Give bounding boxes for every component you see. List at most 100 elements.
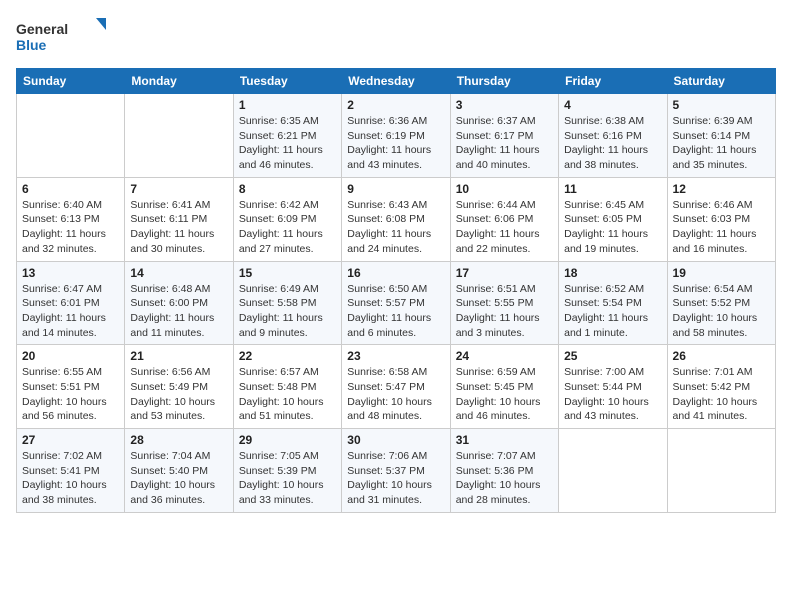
day-info: Sunrise: 6:58 AMSunset: 5:47 PMDaylight:… bbox=[347, 365, 444, 424]
calendar-cell: 1 Sunrise: 6:35 AMSunset: 6:21 PMDaylight… bbox=[233, 94, 341, 178]
calendar-cell: 8 Sunrise: 6:42 AMSunset: 6:09 PMDaylight… bbox=[233, 177, 341, 261]
day-info: Sunrise: 7:02 AMSunset: 5:41 PMDaylight:… bbox=[22, 449, 119, 508]
day-info: Sunrise: 6:35 AMSunset: 6:21 PMDaylight:… bbox=[239, 114, 336, 173]
calendar-week-row: 27 Sunrise: 7:02 AMSunset: 5:41 PMDayligh… bbox=[17, 429, 776, 513]
day-number: 26 bbox=[673, 349, 770, 363]
day-info: Sunrise: 6:41 AMSunset: 6:11 PMDaylight:… bbox=[130, 198, 227, 257]
day-number: 5 bbox=[673, 98, 770, 112]
day-info: Sunrise: 7:04 AMSunset: 5:40 PMDaylight:… bbox=[130, 449, 227, 508]
svg-text:Blue: Blue bbox=[16, 37, 47, 53]
day-info: Sunrise: 6:57 AMSunset: 5:48 PMDaylight:… bbox=[239, 365, 336, 424]
day-number: 19 bbox=[673, 266, 770, 280]
day-number: 4 bbox=[564, 98, 661, 112]
day-number: 6 bbox=[22, 182, 119, 196]
calendar-cell: 16 Sunrise: 6:50 AMSunset: 5:57 PMDayligh… bbox=[342, 261, 450, 345]
day-number: 12 bbox=[673, 182, 770, 196]
day-number: 14 bbox=[130, 266, 227, 280]
calendar-cell: 23 Sunrise: 6:58 AMSunset: 5:47 PMDayligh… bbox=[342, 345, 450, 429]
calendar-week-row: 6 Sunrise: 6:40 AMSunset: 6:13 PMDaylight… bbox=[17, 177, 776, 261]
day-info: Sunrise: 6:39 AMSunset: 6:14 PMDaylight:… bbox=[673, 114, 770, 173]
day-info: Sunrise: 6:51 AMSunset: 5:55 PMDaylight:… bbox=[456, 282, 553, 341]
day-info: Sunrise: 6:40 AMSunset: 6:13 PMDaylight:… bbox=[22, 198, 119, 257]
day-info: Sunrise: 7:01 AMSunset: 5:42 PMDaylight:… bbox=[673, 365, 770, 424]
day-number: 22 bbox=[239, 349, 336, 363]
day-number: 24 bbox=[456, 349, 553, 363]
calendar-cell: 7 Sunrise: 6:41 AMSunset: 6:11 PMDaylight… bbox=[125, 177, 233, 261]
calendar-cell: 27 Sunrise: 7:02 AMSunset: 5:41 PMDayligh… bbox=[17, 429, 125, 513]
day-info: Sunrise: 6:46 AMSunset: 6:03 PMDaylight:… bbox=[673, 198, 770, 257]
day-number: 25 bbox=[564, 349, 661, 363]
day-info: Sunrise: 6:56 AMSunset: 5:49 PMDaylight:… bbox=[130, 365, 227, 424]
day-number: 8 bbox=[239, 182, 336, 196]
day-of-week-header: Thursday bbox=[450, 69, 558, 94]
calendar-cell: 14Sunrise: 6:48 AMSunset: 6:00 PMDayligh… bbox=[125, 261, 233, 345]
day-of-week-header: Saturday bbox=[667, 69, 775, 94]
day-info: Sunrise: 6:43 AMSunset: 6:08 PMDaylight:… bbox=[347, 198, 444, 257]
day-info: Sunrise: 6:49 AMSunset: 5:58 PMDaylight:… bbox=[239, 282, 336, 341]
calendar-table: SundayMondayTuesdayWednesdayThursdayFrid… bbox=[16, 68, 776, 513]
day-number: 15 bbox=[239, 266, 336, 280]
day-info: Sunrise: 7:05 AMSunset: 5:39 PMDaylight:… bbox=[239, 449, 336, 508]
day-number: 10 bbox=[456, 182, 553, 196]
calendar-cell: 2Sunrise: 6:36 AMSunset: 6:19 PMDaylight… bbox=[342, 94, 450, 178]
day-of-week-header: Sunday bbox=[17, 69, 125, 94]
day-of-week-header: Friday bbox=[559, 69, 667, 94]
day-info: Sunrise: 6:52 AMSunset: 5:54 PMDaylight:… bbox=[564, 282, 661, 341]
day-info: Sunrise: 6:44 AMSunset: 6:06 PMDaylight:… bbox=[456, 198, 553, 257]
calendar-cell: 4 Sunrise: 6:38 AMSunset: 6:16 PMDaylight… bbox=[559, 94, 667, 178]
calendar-cell: 18 Sunrise: 6:52 AMSunset: 5:54 PMDayligh… bbox=[559, 261, 667, 345]
calendar-cell: 10 Sunrise: 6:44 AMSunset: 6:06 PMDayligh… bbox=[450, 177, 558, 261]
day-of-week-header: Monday bbox=[125, 69, 233, 94]
day-info: Sunrise: 6:59 AMSunset: 5:45 PMDaylight:… bbox=[456, 365, 553, 424]
day-number: 9 bbox=[347, 182, 444, 196]
day-info: Sunrise: 6:36 AMSunset: 6:19 PMDaylight:… bbox=[347, 114, 444, 173]
day-number: 7 bbox=[130, 182, 227, 196]
day-info: Sunrise: 6:45 AMSunset: 6:05 PMDaylight:… bbox=[564, 198, 661, 257]
calendar-cell: 25 Sunrise: 7:00 AMSunset: 5:44 PMDayligh… bbox=[559, 345, 667, 429]
calendar-cell: 22 Sunrise: 6:57 AMSunset: 5:48 PMDayligh… bbox=[233, 345, 341, 429]
day-info: Sunrise: 7:06 AMSunset: 5:37 PMDaylight:… bbox=[347, 449, 444, 508]
calendar-cell: 13 Sunrise: 6:47 AMSunset: 6:01 PMDayligh… bbox=[17, 261, 125, 345]
calendar-cell bbox=[17, 94, 125, 178]
logo-svg: General Blue bbox=[16, 16, 106, 56]
day-info: Sunrise: 7:00 AMSunset: 5:44 PMDaylight:… bbox=[564, 365, 661, 424]
calendar-cell: 28 Sunrise: 7:04 AMSunset: 5:40 PMDayligh… bbox=[125, 429, 233, 513]
day-number: 27 bbox=[22, 433, 119, 447]
day-info: Sunrise: 6:37 AMSunset: 6:17 PMDaylight:… bbox=[456, 114, 553, 173]
logo: General Blue bbox=[16, 16, 106, 56]
day-number: 16 bbox=[347, 266, 444, 280]
day-number: 29 bbox=[239, 433, 336, 447]
calendar-cell: 6 Sunrise: 6:40 AMSunset: 6:13 PMDaylight… bbox=[17, 177, 125, 261]
day-number: 20 bbox=[22, 349, 119, 363]
day-info: Sunrise: 6:47 AMSunset: 6:01 PMDaylight:… bbox=[22, 282, 119, 341]
day-number: 17 bbox=[456, 266, 553, 280]
day-of-week-header: Wednesday bbox=[342, 69, 450, 94]
calendar-cell: 19 Sunrise: 6:54 AMSunset: 5:52 PMDayligh… bbox=[667, 261, 775, 345]
day-info: Sunrise: 6:42 AMSunset: 6:09 PMDaylight:… bbox=[239, 198, 336, 257]
day-number: 1 bbox=[239, 98, 336, 112]
day-info: Sunrise: 6:50 AMSunset: 5:57 PMDaylight:… bbox=[347, 282, 444, 341]
calendar-cell: 12 Sunrise: 6:46 AMSunset: 6:03 PMDayligh… bbox=[667, 177, 775, 261]
day-info: Sunrise: 6:38 AMSunset: 6:16 PMDaylight:… bbox=[564, 114, 661, 173]
calendar-cell: 31Sunrise: 7:07 AMSunset: 5:36 PMDayligh… bbox=[450, 429, 558, 513]
calendar-cell: 9 Sunrise: 6:43 AMSunset: 6:08 PMDaylight… bbox=[342, 177, 450, 261]
day-number: 23 bbox=[347, 349, 444, 363]
day-info: Sunrise: 6:54 AMSunset: 5:52 PMDaylight:… bbox=[673, 282, 770, 341]
day-number: 31 bbox=[456, 433, 553, 447]
calendar-cell: 30 Sunrise: 7:06 AMSunset: 5:37 PMDayligh… bbox=[342, 429, 450, 513]
calendar-week-row: 13 Sunrise: 6:47 AMSunset: 6:01 PMDayligh… bbox=[17, 261, 776, 345]
day-number: 28 bbox=[130, 433, 227, 447]
calendar-week-row: 1 Sunrise: 6:35 AMSunset: 6:21 PMDaylight… bbox=[17, 94, 776, 178]
day-number: 30 bbox=[347, 433, 444, 447]
day-number: 3 bbox=[456, 98, 553, 112]
day-of-week-header: Tuesday bbox=[233, 69, 341, 94]
day-number: 18 bbox=[564, 266, 661, 280]
day-info: Sunrise: 6:55 AMSunset: 5:51 PMDaylight:… bbox=[22, 365, 119, 424]
calendar-header-row: SundayMondayTuesdayWednesdayThursdayFrid… bbox=[17, 69, 776, 94]
calendar-cell: 15 Sunrise: 6:49 AMSunset: 5:58 PMDayligh… bbox=[233, 261, 341, 345]
svg-text:General: General bbox=[16, 21, 68, 37]
calendar-cell: 5 Sunrise: 6:39 AMSunset: 6:14 PMDaylight… bbox=[667, 94, 775, 178]
day-number: 11 bbox=[564, 182, 661, 196]
calendar-cell bbox=[125, 94, 233, 178]
day-number: 13 bbox=[22, 266, 119, 280]
